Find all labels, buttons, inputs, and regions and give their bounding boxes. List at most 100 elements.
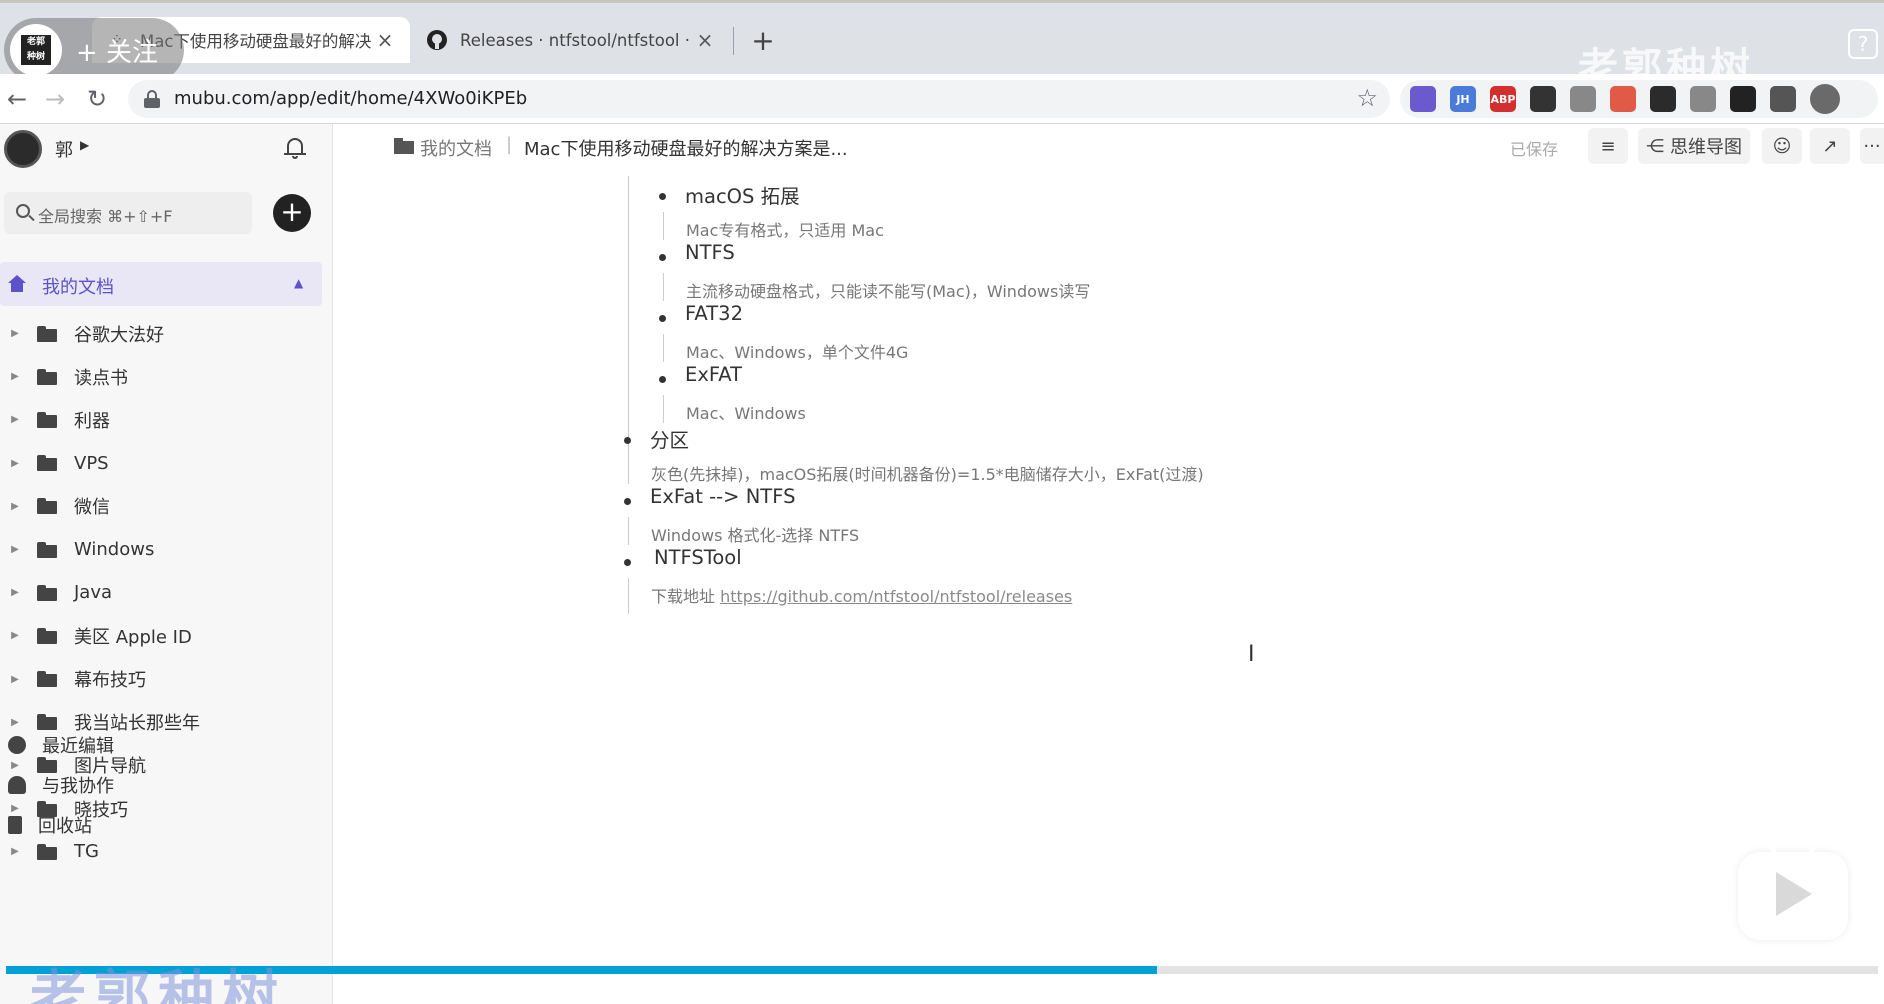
bullet[interactable] [659,315,666,322]
caret-right-icon[interactable]: ▶ [0,328,28,339]
sidebar-folder-item[interactable]: ▶ Windows [0,528,333,571]
outline-note[interactable]: Mac、Windows [686,400,806,424]
tab-close-icon[interactable]: × [694,28,716,52]
caret-right-icon[interactable]: ▶ [0,414,28,425]
bullet[interactable] [624,559,631,566]
caret-right-icon[interactable]: ▶ [0,674,28,685]
url-text[interactable]: mubu.com/app/edit/home/4XWo0iKPEb [174,88,527,109]
sidebar-folder-item[interactable]: ▶ VPS [0,442,333,485]
bilibili-play-button[interactable] [1738,842,1848,940]
bullet[interactable] [659,193,666,200]
reload-icon[interactable]: ↻ [80,82,114,116]
chevron-up-icon[interactable]: ▲ [294,276,303,290]
outline-note[interactable]: Windows 格式化-选择 NTFS [651,522,859,546]
search-input[interactable]: 全局搜索 ⌘+⇧+F [4,192,252,234]
sidebar-folder-item[interactable]: ▶ 读点书 [0,355,333,398]
adblock-icon[interactable]: ABP [1490,86,1516,112]
note-guide [663,395,664,423]
outline-node[interactable]: FAT32 [685,302,743,325]
address-bar[interactable]: mubu.com/app/edit/home/4XWo0iKPEb ☆ [128,80,1390,118]
puzzle-icon[interactable] [1770,86,1796,112]
sidebar-folder-item[interactable]: ▶ Java [0,571,333,614]
sidebar-folder-item[interactable]: ▶ 利器 [0,398,333,441]
bullet[interactable] [624,437,631,444]
avatar[interactable] [4,130,42,168]
caret-right-icon[interactable]: ▶ [0,371,28,382]
share-button[interactable]: ↗ [1810,128,1850,164]
bookmark-star-icon[interactable]: ☆ [1356,84,1378,112]
sidebar-item-trash[interactable]: 回收站 [0,805,333,845]
outline-node[interactable]: NTFS [685,241,735,264]
jh-icon[interactable]: JH [1450,86,1476,112]
sidebar-folder-item[interactable]: ▶ 幕布技巧 [0,658,333,701]
evernote-icon[interactable] [1650,86,1676,112]
lock-icon [144,90,160,108]
play-icon [1776,872,1812,916]
new-tab-button[interactable]: + [748,23,778,59]
outline-note[interactable]: Mac专有格式，只适用 Mac [686,217,884,241]
note-guide [628,456,629,484]
caret-right-icon[interactable]: ▶ [0,630,28,641]
tab-title: Releases · ntfstool/ntfstool · Gi [460,30,694,50]
caret-right-icon[interactable]: ▶ [0,501,28,512]
home-icon [8,275,26,292]
outline-note[interactable]: 主流移动硬盘格式，只能读不能写(Mac)，Windows读写 [686,278,1090,302]
sidebar-folder-item[interactable]: ▶ 微信 [0,485,333,528]
sidebar-item-recent[interactable]: 最近编辑 [0,725,333,765]
tab-github-releases[interactable]: Releases · ntfstool/ntfstool · Gi × [412,17,730,63]
tab-separator [733,27,734,55]
caret-right-icon[interactable]: ▶ [0,587,28,598]
follow-overlay[interactable]: 老郭 种树 + 关注 [4,18,184,82]
network-ext-icon[interactable] [1610,86,1636,112]
outline-editor[interactable]: macOS 拓展 Mac专有格式，只适用 Mac NTFS 主流移动硬盘格式，只… [334,176,1884,1004]
tag-ext-icon[interactable] [1570,86,1596,112]
user-name[interactable]: 郭 [55,136,73,162]
folder-label: 读点书 [74,367,128,389]
folder-label: 利器 [74,410,110,432]
download-link[interactable]: https://github.com/ntfstool/ntfstool/rel… [720,587,1072,606]
folder-icon [37,541,57,558]
bullet[interactable] [624,498,631,505]
sidebar-folder-item[interactable]: ▶ 美区 Apple ID [0,614,333,657]
caret-right-icon[interactable]: ▶ [0,846,28,857]
collaborate-icon: ☺ [1772,135,1792,157]
add-button[interactable]: + [273,194,311,232]
more-button[interactable]: ··· [1860,128,1884,164]
outline-node[interactable]: NTFSTool [654,546,742,569]
profile-avatar[interactable] [1810,84,1840,114]
tab-close-icon[interactable]: × [374,28,396,52]
video-progress-bar[interactable] [6,966,1878,974]
incognito-ext-icon[interactable] [1730,86,1756,112]
colorzilla-icon[interactable] [1410,86,1436,112]
outline-node[interactable]: 分区 [650,424,689,453]
follow-button[interactable]: + 关注 [76,32,158,69]
user-icon [8,776,26,794]
bullet[interactable] [659,254,666,261]
outline-note[interactable]: Mac、Windows，单个文件4G [686,339,908,363]
sidebar-item-my-docs[interactable]: 我的文档 ▲ [0,262,322,306]
more-icon: ··· [1863,135,1881,157]
caret-right-icon[interactable]: ▶ [0,544,28,555]
bookmark-ext-icon[interactable] [1530,86,1556,112]
cloud-ext-icon[interactable] [1690,86,1716,112]
outline-search-button[interactable]: ≡ [1588,128,1628,164]
outline-node[interactable]: ExFAT [685,363,742,386]
outline-node[interactable]: ExFat --> NTFS [650,485,795,508]
collaborate-button[interactable]: ☺ [1762,128,1802,164]
help-icon: ? [1848,29,1878,59]
sidebar-folder-item[interactable]: ▶ 谷歌大法好 [0,312,333,355]
outline-note[interactable]: 灰色(先抹掉)，macOS拓展(时间机器备份)=1.5*电脑储存大小，ExFat… [651,461,1204,485]
forward-icon[interactable]: → [38,82,72,116]
sidebar: 郭 ▶ 全局搜索 ⌘+⇧+F + 我的文档 ▲ ▶ 谷歌大法好 ▶ 读点书 ▶ 利器 ▶ VP… [0,124,333,1004]
outline-node[interactable]: macOS 拓展 [685,180,800,209]
sidebar-item-shared[interactable]: 与我协作 [0,765,333,805]
back-icon[interactable]: ← [0,82,34,116]
caret-right-icon[interactable]: ▶ [0,458,28,469]
caret-right-icon[interactable]: ▶ [80,138,89,152]
mindmap-button[interactable]: ⋲ 思维导图 [1638,128,1750,164]
bell-icon[interactable] [284,136,306,160]
outline-note[interactable]: 下载地址 https://github.com/ntfstool/ntfstoo… [651,583,1072,607]
breadcrumb-root[interactable]: 我的文档 [420,135,492,161]
bullet[interactable] [659,376,666,383]
folder-icon [37,671,57,688]
